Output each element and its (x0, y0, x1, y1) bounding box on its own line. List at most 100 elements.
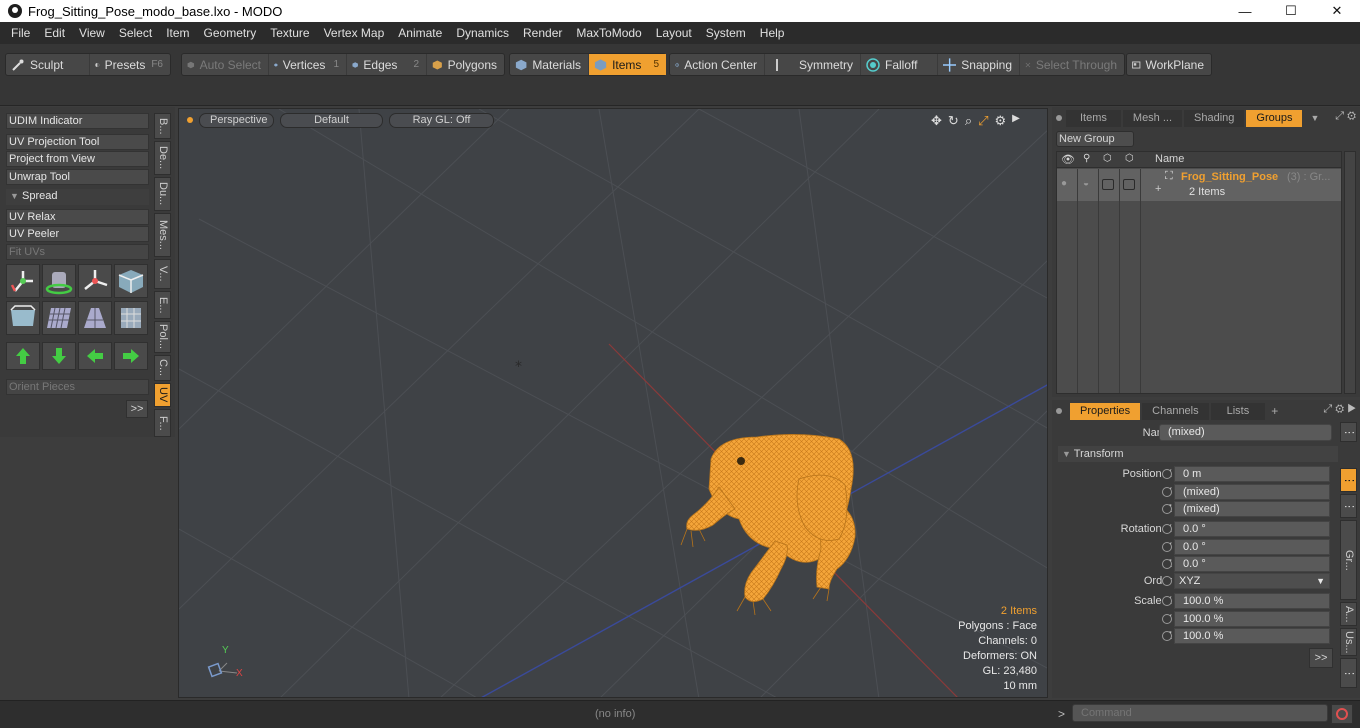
tab-mesh[interactable]: Mesh ... (1122, 109, 1183, 127)
menu-animate[interactable]: Animate (391, 26, 449, 40)
side-tab-dots-bottom[interactable]: ⋮ (1340, 658, 1357, 688)
tab-edge[interactable]: E... (154, 291, 171, 319)
uv-transform-tool-button[interactable] (6, 264, 40, 298)
edges-button[interactable]: Edges 2 (347, 54, 427, 75)
side-tab-us[interactable]: Us... (1340, 628, 1357, 656)
tab-deform[interactable]: De... (154, 141, 171, 175)
scale-z-field[interactable]: 100.0 % (1174, 628, 1330, 644)
menu-select[interactable]: Select (112, 26, 159, 40)
panel-menu-dot-icon[interactable] (1056, 115, 1062, 121)
more-tools-button[interactable]: >> (126, 400, 148, 418)
transform-section[interactable]: ▼ Transform (1058, 446, 1338, 462)
scale-y-field[interactable]: 100.0 % (1174, 611, 1330, 627)
uv-relax-button[interactable]: UV Relax (6, 209, 149, 225)
tab-items[interactable]: Items (1066, 109, 1121, 127)
orient-pieces-button[interactable]: Orient Pieces (6, 379, 149, 395)
name-field[interactable]: (mixed) (1159, 424, 1332, 441)
uv-rotate-tool-button[interactable] (42, 264, 76, 298)
position-y-field[interactable]: (mixed) (1174, 484, 1330, 500)
panel-maximize-icon[interactable]: ⤢ ⚙ (1335, 110, 1356, 123)
tab-basic[interactable]: B... (154, 113, 171, 139)
tab-uv[interactable]: UV (154, 383, 171, 407)
side-tab-dots-mid[interactable]: ⋮ (1340, 494, 1357, 518)
unwrap-tool-button[interactable]: Unwrap Tool (6, 169, 149, 185)
groups-scrollbar[interactable] (1344, 151, 1356, 394)
menu-vertex-map[interactable]: Vertex Map (317, 26, 392, 40)
tab-polygon[interactable]: Pol... (154, 321, 171, 353)
scale-y-keyframe-dot[interactable] (1162, 614, 1172, 624)
udim-indicator-button[interactable]: UDIM Indicator (6, 113, 149, 129)
vertices-button[interactable]: Vertices 1 (269, 54, 347, 75)
presets-button[interactable]: Presets F6 (90, 54, 170, 75)
menu-maxtomodo[interactable]: MaxToModo (569, 26, 648, 40)
rotation-y-keyframe-dot[interactable] (1162, 542, 1172, 552)
uv-perspective-grid-button[interactable] (78, 301, 112, 335)
menu-dynamics[interactable]: Dynamics (449, 26, 516, 40)
orbit-icon[interactable]: ↻ (948, 113, 959, 129)
rotation-x-field[interactable]: 0.0 ° (1174, 521, 1330, 537)
command-input[interactable] (1072, 704, 1328, 722)
menu-layout[interactable]: Layout (649, 26, 699, 40)
order-dropdown[interactable]: XYZ ▼ (1174, 573, 1330, 589)
fit-uvs-button[interactable]: Fit UVs (6, 244, 149, 260)
position-z-field[interactable]: (mixed) (1174, 501, 1330, 517)
menu-help[interactable]: Help (753, 26, 792, 40)
align-down-button[interactable] (42, 342, 76, 370)
uv-projection-tool-button[interactable]: UV Projection Tool (6, 134, 149, 150)
raygl-toggle[interactable]: Ray GL: Off (389, 112, 494, 128)
position-x-keyframe-dot[interactable] (1162, 469, 1172, 479)
uv-box-grid-button[interactable] (114, 301, 148, 335)
new-group-button[interactable]: New Group (1056, 131, 1134, 147)
tabs-dropdown-icon[interactable]: ▼ (1310, 113, 1319, 123)
materials-button[interactable]: Materials (510, 54, 589, 75)
symmetry-button[interactable]: Symmetry (765, 54, 861, 75)
menu-file[interactable]: File (4, 26, 37, 40)
fit-view-icon[interactable]: ⤢ (978, 113, 988, 129)
menu-item[interactable]: Item (159, 26, 196, 40)
3d-viewport[interactable]: * Perspective Default Ray GL: Off ✥ ↻ ⌕ … (178, 108, 1048, 698)
tab-groups[interactable]: Groups (1246, 109, 1303, 127)
expand-plus-icon[interactable]: + (1155, 183, 1161, 195)
align-left-button[interactable] (78, 342, 112, 370)
position-y-keyframe-dot[interactable] (1162, 487, 1172, 497)
position-x-field[interactable]: 0 m (1174, 466, 1330, 482)
rotation-y-field[interactable]: 0.0 ° (1174, 539, 1330, 555)
action-center-button[interactable]: Action Center (670, 54, 765, 75)
polygons-button[interactable]: Polygons (427, 54, 504, 75)
row-render-checkbox[interactable] (1123, 179, 1135, 190)
align-right-button[interactable] (114, 342, 148, 370)
group-row[interactable]: ● ◒ + ⛶ Frog_Sitting_Pose (3) : Gr... 2 … (1057, 169, 1341, 201)
viewport-expand-arrow-icon[interactable]: ▶ (1012, 113, 1020, 129)
side-tab-active[interactable]: ⋮ (1340, 468, 1357, 492)
project-from-view-button[interactable]: Project from View (6, 151, 149, 167)
tab-fusion[interactable]: F... (154, 409, 171, 437)
workplane-button[interactable]: WorkPlane (1127, 54, 1211, 75)
uv-move-tool-button[interactable] (78, 264, 112, 298)
minimize-button[interactable]: — (1222, 0, 1268, 22)
tab-lists[interactable]: Lists (1210, 402, 1266, 420)
select-through-button[interactable]: Select Through (1020, 54, 1124, 75)
menu-system[interactable]: System (699, 26, 753, 40)
side-tab-gr[interactable]: Gr... (1340, 520, 1357, 600)
align-up-button[interactable] (6, 342, 40, 370)
properties-menu-dot-icon[interactable] (1056, 408, 1062, 414)
properties-more-button[interactable]: >> (1309, 648, 1333, 668)
tab-properties[interactable]: Properties (1070, 402, 1141, 420)
menu-view[interactable]: View (72, 26, 112, 40)
close-button[interactable]: ✕ (1314, 0, 1360, 22)
frog-mesh[interactable] (679, 429, 889, 619)
viewport-settings-gear-icon[interactable]: ⚙ (995, 113, 1007, 129)
items-button[interactable]: Items 5 (589, 54, 666, 75)
position-z-keyframe-dot[interactable] (1162, 504, 1172, 514)
tab-vertex[interactable]: V... (154, 259, 171, 289)
rotation-x-keyframe-dot[interactable] (1162, 524, 1172, 534)
uv-grid-button[interactable] (42, 301, 76, 335)
shading-dropdown[interactable]: Default (280, 112, 383, 128)
pan-icon[interactable]: ✥ (931, 113, 942, 129)
uv-box-tool-button[interactable] (114, 264, 148, 298)
row-lock-icon[interactable]: ◒ (1083, 178, 1089, 189)
add-tab-button[interactable]: + (1271, 404, 1278, 418)
menu-texture[interactable]: Texture (263, 26, 316, 40)
tab-duplicate[interactable]: Du... (154, 177, 171, 211)
properties-maximize-icon[interactable]: ⤢ ⚙ ▶ (1323, 403, 1356, 416)
